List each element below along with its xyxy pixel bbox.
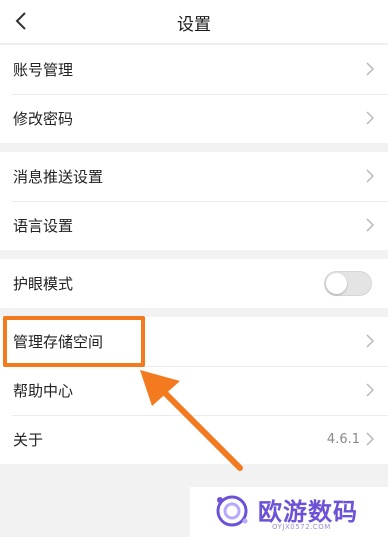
chevron-right-icon bbox=[366, 62, 374, 76]
chevron-right-icon bbox=[366, 383, 374, 397]
change-password-label: 修改密码 bbox=[13, 110, 74, 128]
version-text: 4.6.1 bbox=[326, 432, 360, 447]
watermark-site: OYJX0572.COM bbox=[272, 523, 331, 531]
help-center-item[interactable]: 帮助中心 bbox=[0, 366, 388, 415]
about-item[interactable]: 关于 4.6.1 bbox=[0, 415, 388, 464]
chevron-right-icon bbox=[366, 218, 374, 232]
highlight-box bbox=[3, 316, 145, 367]
about-label: 关于 bbox=[13, 431, 44, 449]
language-settings-item[interactable]: 语言设置 bbox=[0, 201, 388, 250]
account-management-item[interactable]: 账号管理 bbox=[0, 45, 388, 94]
chevron-right-icon bbox=[366, 111, 374, 125]
eye-care-label: 护眼模式 bbox=[13, 275, 74, 293]
brand-logo-icon bbox=[216, 495, 248, 527]
watermark-brand: 欧游数码 bbox=[258, 498, 358, 526]
language-settings-label: 语言设置 bbox=[13, 217, 74, 235]
chevron-right-icon bbox=[366, 432, 374, 446]
chevron-right-icon bbox=[366, 169, 374, 183]
change-password-item[interactable]: 修改密码 bbox=[0, 94, 388, 143]
push-settings-label: 消息推送设置 bbox=[13, 168, 104, 186]
notification-group: 消息推送设置 语言设置 bbox=[0, 152, 388, 250]
eye-care-group: 护眼模式 bbox=[0, 259, 388, 308]
chevron-right-icon bbox=[366, 334, 374, 348]
header-bar: 设置 bbox=[0, 0, 388, 44]
push-settings-item[interactable]: 消息推送设置 bbox=[0, 152, 388, 201]
watermark: 欧游数码 OYJX0572.COM bbox=[190, 487, 388, 537]
help-center-label: 帮助中心 bbox=[13, 382, 74, 400]
toggle-knob bbox=[326, 273, 347, 294]
eye-care-toggle[interactable] bbox=[324, 271, 372, 296]
settings-screen: 设置 账号管理 修改密码 消息推送设置 语言设置 护眼模式 管理存储空间 帮助中… bbox=[0, 0, 388, 537]
account-management-label: 账号管理 bbox=[13, 61, 74, 79]
page-title: 设置 bbox=[177, 15, 211, 35]
account-group: 账号管理 修改密码 bbox=[0, 45, 388, 143]
eye-care-item: 护眼模式 bbox=[0, 259, 388, 308]
